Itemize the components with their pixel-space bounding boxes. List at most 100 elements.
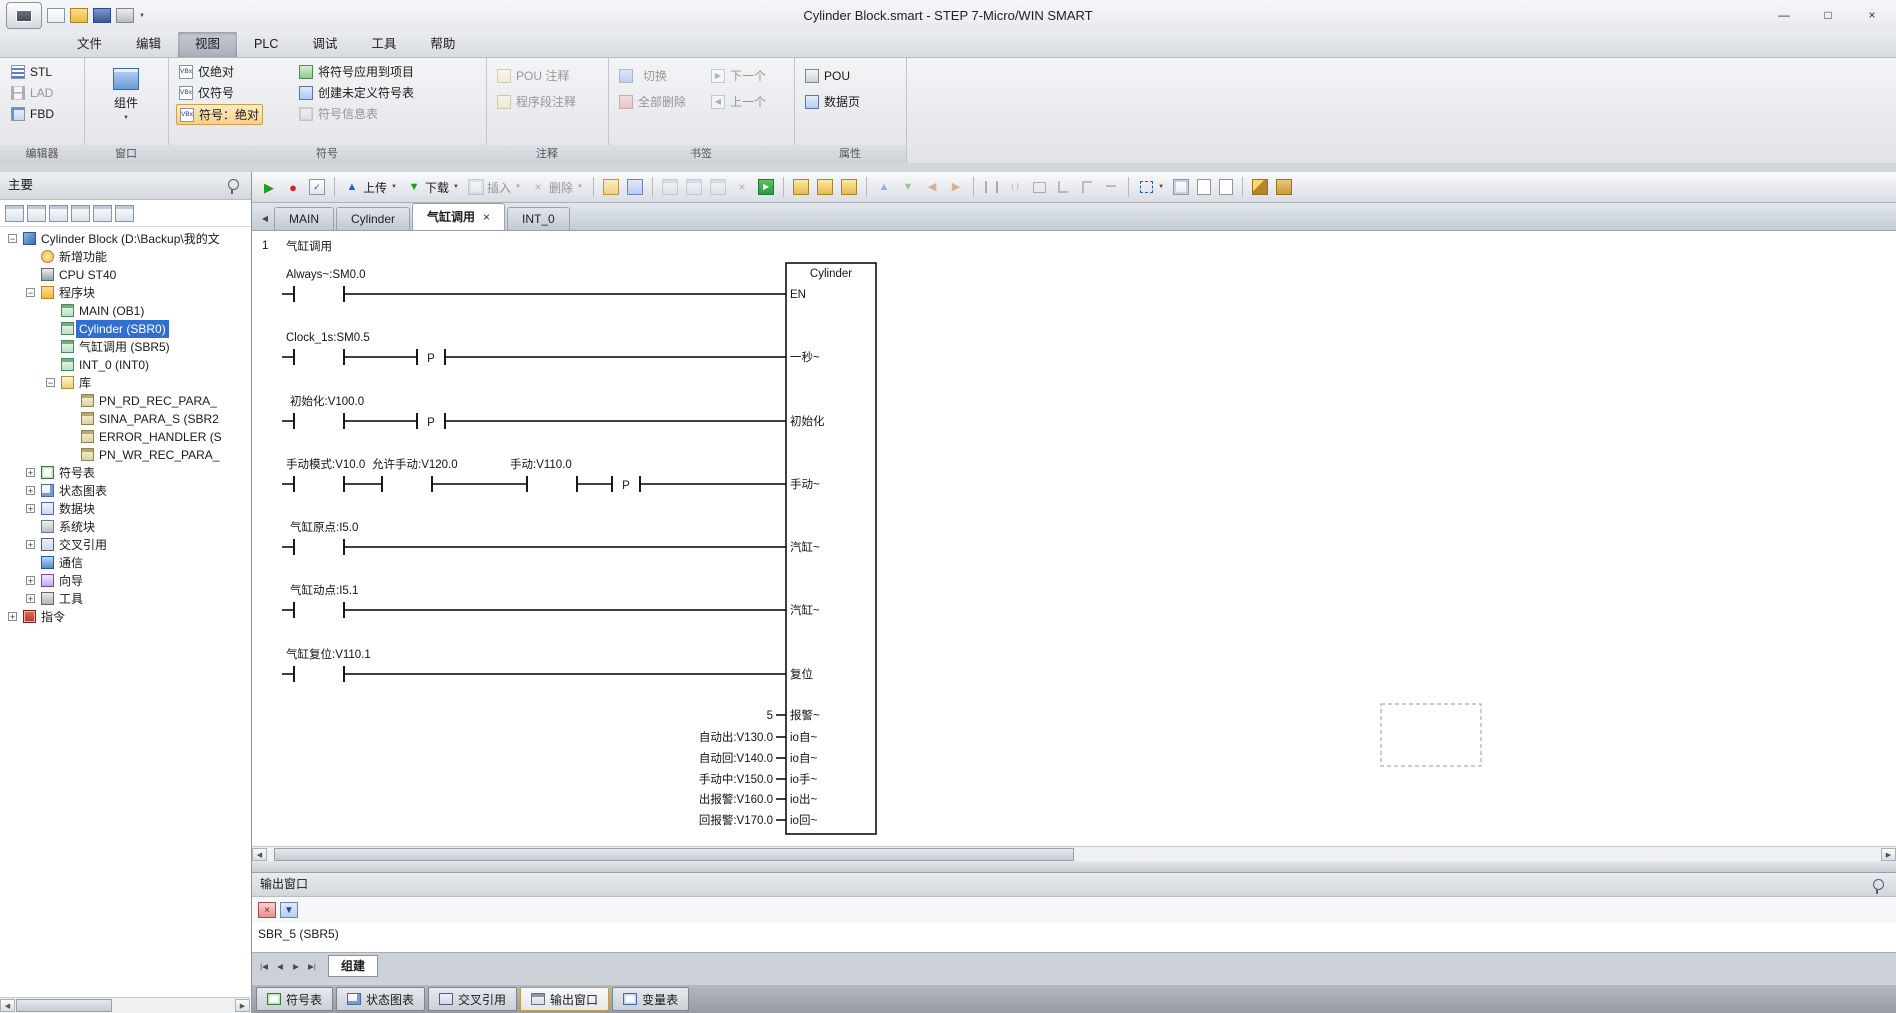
minimize-button[interactable]: — xyxy=(1762,0,1806,29)
lad-editor-button[interactable]: LAD xyxy=(8,83,56,102)
tree-item-cylinder-call-sbr5[interactable]: 气缸调用 (SBR5) xyxy=(0,338,251,356)
scrollbar-thumb[interactable] xyxy=(16,999,112,1012)
insert-coil-button[interactable]: ( ) xyxy=(1004,175,1026,199)
last-page-icon[interactable]: ▶| xyxy=(304,957,320,975)
pou-comment-button[interactable]: POU 注释 xyxy=(494,66,572,85)
expander-icon[interactable]: − xyxy=(26,288,35,297)
ladder-parameter-value[interactable]: 手动中:V150.0 xyxy=(699,772,773,786)
project-tree-view-icon[interactable] xyxy=(5,205,24,222)
insert-horizontal-line-button[interactable] xyxy=(1100,175,1122,199)
tree-item-library[interactable]: −库 xyxy=(0,374,251,392)
read-all-forced-button[interactable]: ◀ xyxy=(921,175,943,199)
ladder-contact-label[interactable]: 允许手动:V120.0 xyxy=(372,457,458,471)
insert-box-button[interactable] xyxy=(1028,175,1050,199)
save-icon[interactable] xyxy=(93,8,111,23)
ladder-parameter-value[interactable]: 回报警:V170.0 xyxy=(699,813,773,827)
tab-scroll-left-icon[interactable]: ◀ xyxy=(256,208,274,228)
protect-button-2[interactable] xyxy=(814,175,836,199)
tree-item-int0[interactable]: INT_0 (INT0) xyxy=(0,356,251,374)
app-menu-button[interactable] xyxy=(6,2,42,29)
pin-icon[interactable] xyxy=(228,179,239,190)
expander-icon[interactable]: + xyxy=(26,540,35,549)
next-page-icon[interactable]: ▶ xyxy=(288,957,304,975)
menu-tab-debug[interactable]: 调试 xyxy=(295,32,354,57)
menu-tab-help[interactable]: 帮助 xyxy=(413,32,472,57)
tree-item-communications[interactable]: 通信 xyxy=(0,554,251,572)
contact-symbol[interactable] xyxy=(294,539,344,555)
output-options-icon[interactable]: ▼ xyxy=(280,902,298,918)
insert-line-down-button[interactable] xyxy=(1052,175,1074,199)
menu-tab-edit[interactable]: 编辑 xyxy=(119,32,178,57)
run-button[interactable]: ▶ xyxy=(258,175,280,199)
expander-icon[interactable]: − xyxy=(46,378,55,387)
scroll-right-icon[interactable]: ▶ xyxy=(1881,848,1896,861)
tab-main[interactable]: MAIN xyxy=(274,207,334,230)
upload-button[interactable]: ▲上传▼ xyxy=(341,175,401,199)
ladder-contact-label[interactable]: 初始化:V100.0 xyxy=(290,394,364,408)
address-grid-button[interactable] xyxy=(1170,175,1192,199)
tree-item-pn-wr-rec-para[interactable]: PN_WR_REC_PARA_ xyxy=(0,446,251,464)
bookmark-previous-button[interactable]: ◀上一个 xyxy=(708,92,769,111)
tree-item-symbol-table[interactable]: +符号表 xyxy=(0,464,251,482)
pou-window-button-2[interactable] xyxy=(683,175,705,199)
open-file-icon[interactable] xyxy=(70,8,88,23)
scroll-right-icon[interactable]: ▶ xyxy=(235,999,250,1012)
ladder-editor[interactable]: 1 气缸调用 Always~:SM0.0 Clock_1s:SM0.5 P 初始… xyxy=(252,231,1896,846)
menu-tab-plc[interactable]: PLC xyxy=(237,32,295,57)
editor-selection-rectangle[interactable] xyxy=(1381,704,1481,766)
components-button[interactable]: 组件 ▼ xyxy=(94,63,158,139)
fbd-editor-button[interactable]: FBD xyxy=(8,104,57,123)
tree-item-whats-new[interactable]: 新增功能 xyxy=(0,248,251,266)
tree-item-program-block[interactable]: −程序块 xyxy=(0,284,251,302)
contact-symbol[interactable] xyxy=(294,602,344,618)
protect-button-3[interactable] xyxy=(838,175,860,199)
first-page-icon[interactable]: |◀ xyxy=(256,957,272,975)
force-button[interactable]: ▲ xyxy=(873,175,895,199)
tree-item-cross-reference[interactable]: +交叉引用 xyxy=(0,536,251,554)
ladder-contact-label[interactable]: Always~:SM0.0 xyxy=(286,269,366,281)
pou-properties-button[interactable]: POU xyxy=(802,66,853,85)
ladder-contact-label[interactable]: 气缸复位:V110.1 xyxy=(286,647,371,661)
ladder-parameter-value[interactable]: 自动出:V130.0 xyxy=(699,730,773,744)
data-page-button[interactable]: 数据页 xyxy=(802,92,863,111)
expander-icon[interactable]: + xyxy=(26,504,35,513)
tree-item-pn-rd-rec-para[interactable]: PN_RD_REC_PARA_ xyxy=(0,392,251,410)
edge-contact-label[interactable]: P xyxy=(427,353,435,365)
expander-icon[interactable]: + xyxy=(26,594,35,603)
tree-item-error-handler[interactable]: ERROR_HANDLER (S xyxy=(0,428,251,446)
scrollbar-thumb[interactable] xyxy=(274,848,1074,861)
output-build-tab[interactable]: 组建 xyxy=(328,955,378,977)
selection-caret-icon[interactable]: ▼ xyxy=(1157,184,1165,190)
protect-button-1[interactable] xyxy=(790,175,812,199)
insert-line-up-button[interactable] xyxy=(1076,175,1098,199)
symbol-table-view-icon[interactable] xyxy=(27,205,46,222)
selection-mode-button[interactable]: ▼ xyxy=(1135,175,1168,199)
taskbar-tab-cross-reference[interactable]: 交叉引用 xyxy=(428,987,517,1011)
expander-icon[interactable]: + xyxy=(26,576,35,585)
contact-symbol[interactable] xyxy=(294,286,344,302)
tree-item-main-ob1[interactable]: MAIN (OB1) xyxy=(0,302,251,320)
maximize-button[interactable]: □ xyxy=(1806,0,1850,29)
pou-page-button-1[interactable] xyxy=(1194,175,1214,199)
tree-item-tools[interactable]: +工具 xyxy=(0,590,251,608)
taskbar-tab-symbol-table[interactable]: 符号表 xyxy=(256,987,333,1011)
ladder-parameter-value[interactable]: 出报警:V160.0 xyxy=(699,792,773,806)
status-chart-view-icon[interactable] xyxy=(49,205,68,222)
pou-window-button-3[interactable] xyxy=(707,175,729,199)
scroll-left-icon[interactable]: ◀ xyxy=(0,999,15,1012)
cross-reference-view-icon[interactable] xyxy=(93,205,112,222)
menu-tab-view[interactable]: 视图 xyxy=(178,32,237,57)
stop-button[interactable]: ● xyxy=(282,175,304,199)
taskbar-tab-output-window[interactable]: 输出窗口 xyxy=(520,987,609,1011)
customize-toolbar-caret-icon[interactable]: ▼ xyxy=(139,13,145,19)
upload-caret-icon[interactable]: ▼ xyxy=(390,184,398,190)
tree-item-wizards[interactable]: +向导 xyxy=(0,572,251,590)
stl-editor-button[interactable]: STL xyxy=(8,62,55,81)
write-all-forced-button[interactable]: ▶ xyxy=(945,175,967,199)
insert-contact-button[interactable] xyxy=(980,175,1002,199)
bookmark-next-button[interactable]: ▶下一个 xyxy=(708,66,769,85)
menu-tab-file[interactable]: 文件 xyxy=(60,32,119,57)
symbol-only-button[interactable]: VBx仅符号 xyxy=(176,83,237,102)
ladder-contact-label[interactable]: 气缸动点:I5.1 xyxy=(290,583,358,597)
bookmark-toggle-button[interactable]: 切换 xyxy=(616,66,670,85)
